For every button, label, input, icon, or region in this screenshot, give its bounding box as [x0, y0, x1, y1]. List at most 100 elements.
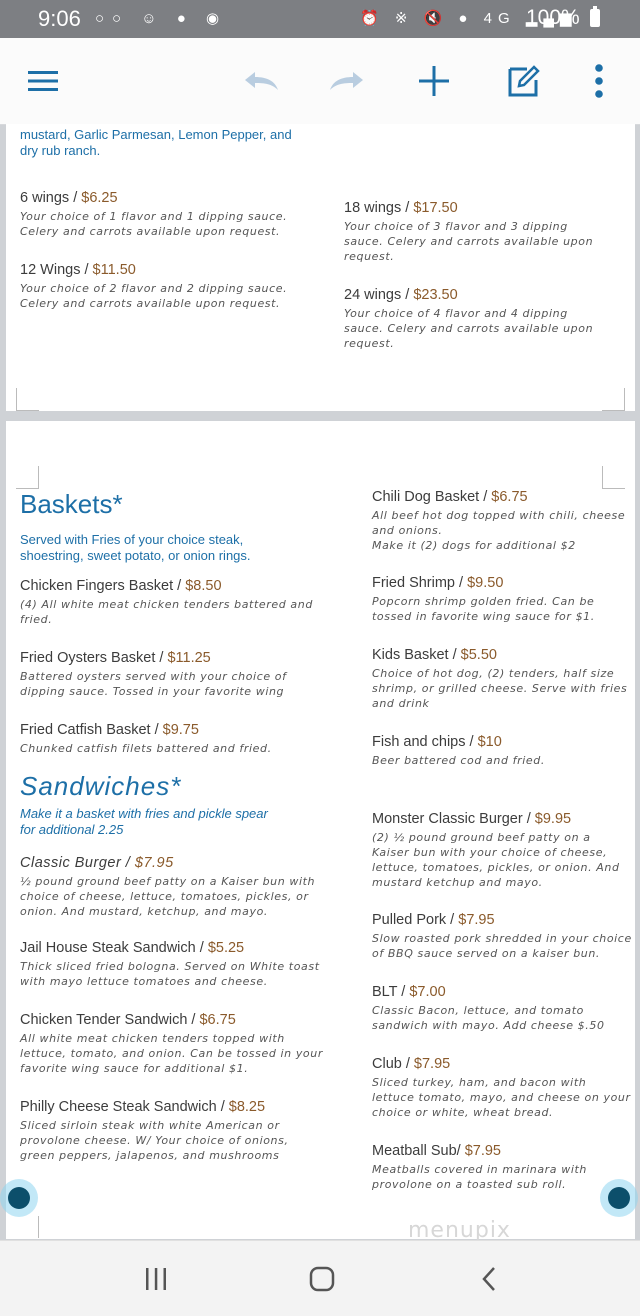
item-title: 18 wings / $17.50	[344, 200, 458, 216]
undo-button[interactable]	[236, 56, 286, 106]
item-title: Meatball Sub/ $7.95	[372, 1143, 501, 1159]
desc-line: Your choice of 3 flavor and 3 dipping	[344, 220, 568, 233]
desc-line: Classic Bacon, lettuce, and tomato	[372, 1004, 584, 1017]
item-name: BLT	[372, 984, 398, 1000]
item-name: 12 Wings	[20, 262, 81, 278]
redo-icon	[330, 72, 363, 90]
item-title: Chicken Tender Sandwich / $6.75	[20, 1012, 236, 1028]
flavors-text: mustard, Garlic Parmesan, Lemon Pepper, …	[20, 127, 292, 158]
item-name: Classic Burger	[20, 855, 122, 871]
item-title: Fried Oysters Basket / $11.25	[20, 650, 211, 666]
back-button[interactable]	[464, 1261, 514, 1297]
status-time: 9:06	[38, 6, 81, 31]
desc-line: Battered oysters served with your choice…	[20, 670, 287, 683]
menu-item: 24 wings / $23.50 Your choice of 4 flavo…	[344, 287, 593, 351]
item-price: $9.95	[534, 811, 572, 827]
item-name: Jail House Steak Sandwich	[20, 940, 196, 956]
edit-button[interactable]	[499, 56, 549, 106]
menu-item: Classic Burger / $7.95 ½ pound ground be…	[20, 855, 315, 919]
item-description: Meatballs covered in marinara with provo…	[372, 1162, 587, 1192]
page-corner-mark	[16, 388, 39, 411]
item-price: $6.75	[491, 489, 528, 505]
item-price: $6.25	[81, 190, 118, 206]
redo-button[interactable]	[322, 56, 372, 106]
battery-icon	[590, 6, 600, 27]
desc-line: Popcorn shrimp golden fried. Can be	[372, 595, 595, 608]
recent-apps-icon	[146, 1268, 166, 1290]
desc-line: Kaiser bun with your choice of cheese,	[372, 846, 608, 859]
menu-item: Monster Classic Burger / $9.95 (2) ½ pou…	[372, 811, 620, 890]
subtitle-line: Served with Fries of your choice steak,	[20, 532, 244, 547]
menu-item: Jail House Steak Sandwich / $5.25 Thick …	[20, 940, 320, 989]
item-description: Your choice of 1 flavor and 1 dipping sa…	[20, 209, 287, 239]
baskets-heading: Baskets*	[20, 489, 123, 519]
intro-line: mustard, Garlic Parmesan, Lemon Pepper, …	[20, 127, 292, 142]
home-icon	[309, 1266, 335, 1292]
item-description: Your choice of 2 flavor and 2 dipping sa…	[20, 281, 287, 311]
desc-line: provolone on a toasted sub roll.	[372, 1178, 567, 1191]
sandwiches-subtitle: Make it a basket with fries and pickle s…	[20, 806, 268, 837]
item-name: Chicken Tender Sandwich	[20, 1012, 188, 1028]
desc-line: sandwich with mayo. Add cheese $.50	[372, 1019, 605, 1032]
desc-line: dipping sauce. Tossed in your favorite w…	[20, 685, 285, 698]
item-title: Fried Catfish Basket / $9.75	[20, 722, 199, 738]
desc-line: lettuce, tomato, and onion. Can be tosse…	[20, 1047, 323, 1060]
sandwiches-heading: Sandwiches*	[20, 771, 182, 801]
item-title: Jail House Steak Sandwich / $5.25	[20, 940, 245, 956]
desc-line: and onions.	[372, 524, 443, 537]
desc-line: Choice of hot dog, (2) tenders, half siz…	[372, 667, 615, 680]
desc-line: with mayo lettuce tomatoes and cheese.	[20, 975, 268, 988]
item-description: Popcorn shrimp golden fried. Can be toss…	[372, 594, 595, 624]
item-price: $7.95	[458, 912, 495, 928]
battery-percent: 100%	[526, 6, 580, 29]
intro-line: dry rub ranch.	[20, 142, 101, 158]
recent-apps-button[interactable]	[131, 1261, 181, 1297]
desc-line: onion. And mustard, ketchup, and mayo.	[20, 905, 268, 918]
item-title: 24 wings / $23.50	[344, 287, 458, 303]
item-description: Thick sliced fried bologna. Served on Wh…	[20, 959, 320, 989]
item-price: $7.95	[464, 1143, 501, 1159]
menu-item: Fried Oysters Basket / $11.25 Battered o…	[20, 650, 287, 699]
item-title: 6 wings / $6.25	[20, 190, 118, 206]
page-corner-mark	[602, 388, 625, 411]
add-button[interactable]	[409, 56, 459, 106]
baskets-subtitle: Served with Fries of your choice steak, …	[20, 532, 251, 563]
item-price: $9.50	[467, 575, 504, 591]
desc-line: mustard ketchup and mayo.	[372, 876, 543, 889]
item-name: Fried Catfish Basket	[20, 722, 155, 738]
item-title: Philly Cheese Steak Sandwich / $8.25	[20, 1099, 266, 1115]
desc-line: (2) ½ pound ground beef patty on a	[372, 831, 591, 844]
item-title: Kids Basket / $5.50	[372, 647, 497, 663]
desc-line: Celery and carrots available upon reques…	[20, 225, 281, 238]
menu-item: Meatball Sub/ $7.95 Meatballs covered in…	[372, 1143, 587, 1192]
item-description: All beef hot dog topped with chili, chee…	[372, 508, 625, 553]
document-toolbar	[0, 38, 640, 125]
page-corner-mark	[16, 1216, 39, 1238]
item-description: Your choice of 4 flavor and 4 dipping sa…	[344, 306, 593, 351]
home-button[interactable]	[297, 1261, 347, 1297]
menu-button[interactable]	[18, 56, 68, 106]
selection-handle-left[interactable]	[8, 1187, 30, 1209]
desc-line: provolone cheese. W/ Your choice of onio…	[20, 1134, 289, 1147]
desc-line: shrimp, or grilled cheese. Serve with fr…	[372, 682, 628, 695]
item-description: Sliced turkey, ham, and bacon with lettu…	[372, 1075, 631, 1120]
menu-item: Kids Basket / $5.50 Choice of hot dog, (…	[372, 647, 627, 711]
menu-item: 18 wings / $17.50 Your choice of 3 flavo…	[344, 200, 593, 264]
item-title: Club / $7.95	[372, 1056, 451, 1072]
item-description: ½ pound ground beef patty on a Kaiser bu…	[20, 874, 315, 919]
desc-line: Meatballs covered in marinara with	[372, 1163, 587, 1176]
back-icon	[482, 1267, 495, 1291]
item-name: Kids Basket	[372, 647, 449, 663]
item-title: Monster Classic Burger / $9.95	[372, 811, 572, 827]
more-options-button[interactable]	[574, 56, 624, 106]
desc-line: fried.	[20, 613, 53, 626]
item-name: Chili Dog Basket	[372, 489, 480, 505]
page-corner-mark	[16, 466, 39, 489]
item-price: $7.95	[134, 855, 174, 871]
menu-item: Philly Cheese Steak Sandwich / $8.25 Sli…	[20, 1099, 289, 1163]
menu-item: Fish and chips / $10 Beer battered cod a…	[372, 734, 545, 768]
document-page-2: Baskets* Served with Fries of your choic…	[6, 421, 635, 1239]
selection-handle-right[interactable]	[608, 1187, 630, 1209]
item-title: BLT / $7.00	[372, 984, 446, 1000]
desc-line: (4) All white meat chicken tenders batte…	[20, 598, 313, 611]
